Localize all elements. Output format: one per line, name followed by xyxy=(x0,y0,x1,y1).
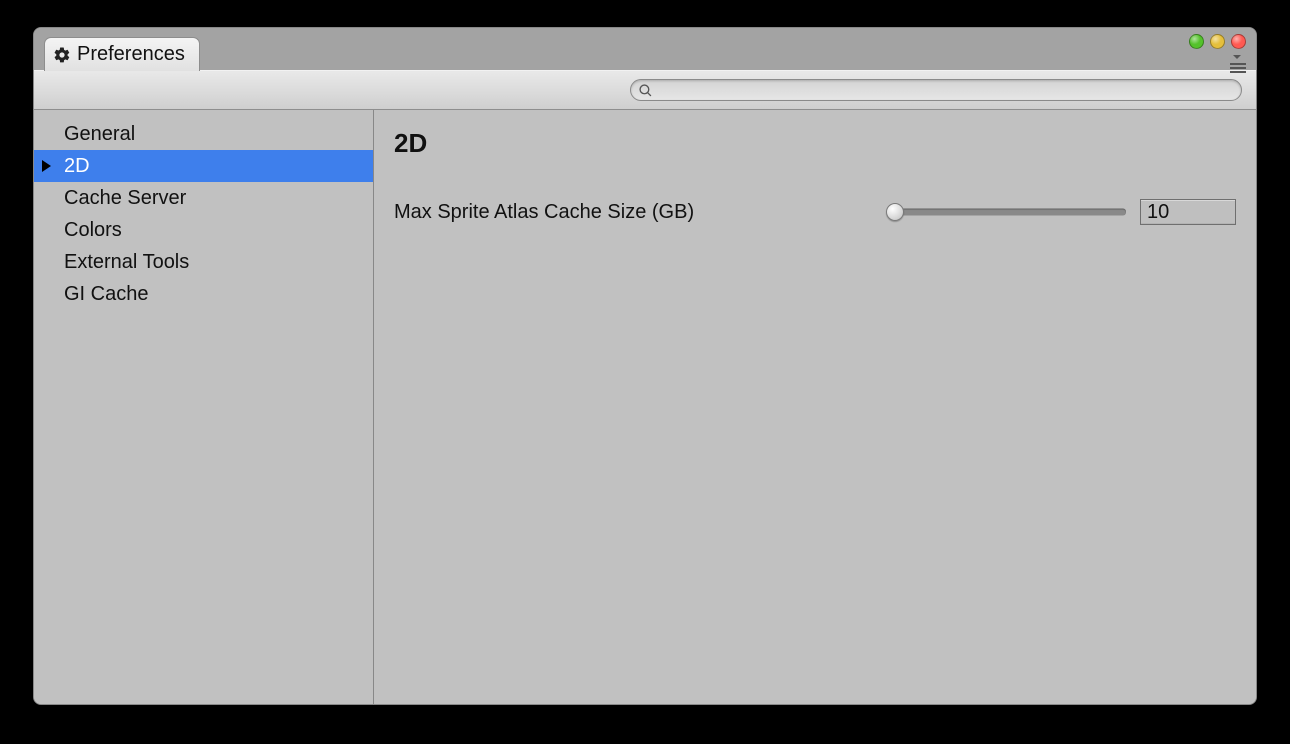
cache-size-value-field[interactable]: 10 xyxy=(1140,199,1236,225)
cache-size-value: 10 xyxy=(1147,201,1169,224)
slider-thumb[interactable] xyxy=(886,203,904,221)
sidebar-item-label: General xyxy=(64,123,135,146)
sidebar-item-label: External Tools xyxy=(64,251,189,274)
panel-heading: 2D xyxy=(394,128,1236,159)
toolbar xyxy=(34,70,1256,110)
sidebar-item-2d[interactable]: 2D xyxy=(34,150,373,182)
property-row-max-sprite-atlas-cache: Max Sprite Atlas Cache Size (GB) 10 xyxy=(394,199,1236,225)
titlebar: Preferences xyxy=(34,28,1256,70)
search-input[interactable] xyxy=(658,82,1233,98)
sidebar-item-label: Colors xyxy=(64,219,122,242)
sidebar: General 2D Cache Server Colors External … xyxy=(34,110,374,704)
content-panel: 2D Max Sprite Atlas Cache Size (GB) 10 xyxy=(374,110,1256,704)
sidebar-item-cache-server[interactable]: Cache Server xyxy=(34,182,373,214)
search-icon xyxy=(639,84,652,97)
tab-label: Preferences xyxy=(77,43,185,66)
property-label: Max Sprite Atlas Cache Size (GB) xyxy=(394,201,874,224)
preferences-window: Preferences General 2D Cache Server Colo… xyxy=(33,27,1257,705)
sidebar-item-label: Cache Server xyxy=(64,187,186,210)
minimize-button[interactable] xyxy=(1210,34,1225,49)
body: General 2D Cache Server Colors External … xyxy=(34,110,1256,704)
sidebar-item-gi-cache[interactable]: GI Cache xyxy=(34,278,373,310)
slider-track xyxy=(888,209,1126,216)
sidebar-item-external-tools[interactable]: External Tools xyxy=(34,246,373,278)
window-controls xyxy=(1189,34,1246,49)
tab-preferences[interactable]: Preferences xyxy=(44,37,200,71)
sidebar-item-label: GI Cache xyxy=(64,283,148,306)
sidebar-item-colors[interactable]: Colors xyxy=(34,214,373,246)
maximize-button[interactable] xyxy=(1189,34,1204,49)
gear-icon xyxy=(53,46,71,64)
search-box[interactable] xyxy=(630,79,1242,101)
cache-size-slider[interactable] xyxy=(888,202,1126,222)
sidebar-item-general[interactable]: General xyxy=(34,118,373,150)
sidebar-item-label: 2D xyxy=(64,155,90,178)
close-button[interactable] xyxy=(1231,34,1246,49)
context-menu-icon[interactable] xyxy=(1230,54,1246,73)
